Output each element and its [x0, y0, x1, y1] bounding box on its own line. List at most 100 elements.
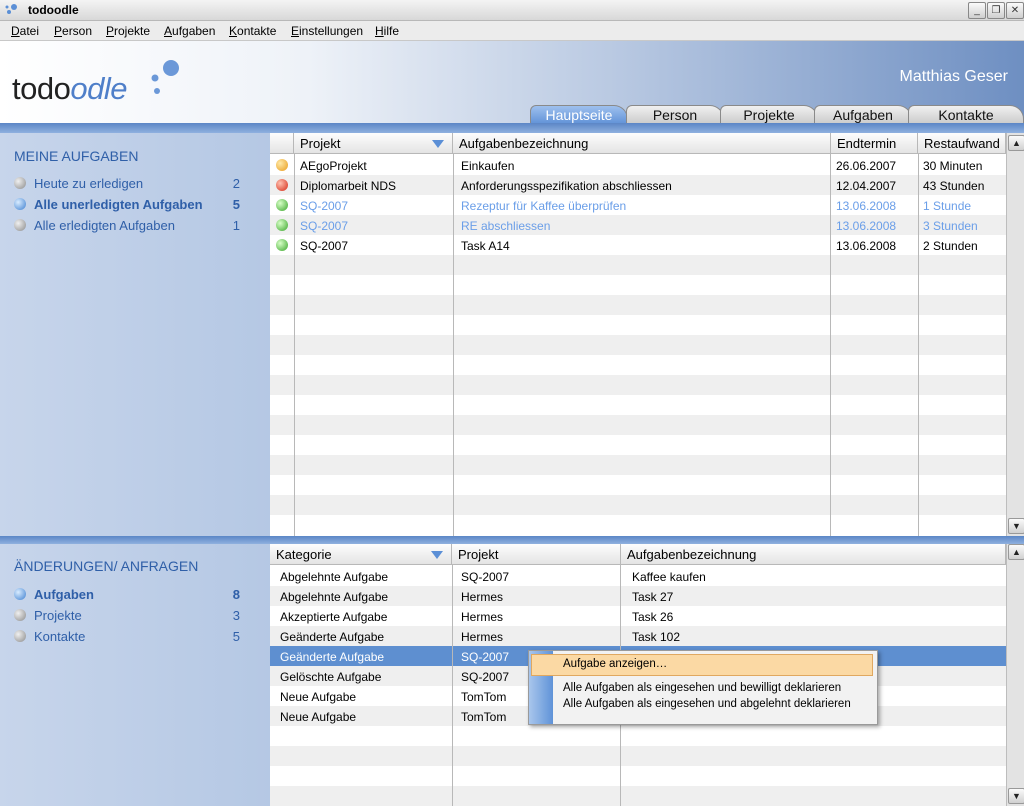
- cell-task: Task 26: [632, 610, 674, 624]
- tab-projekte[interactable]: Projekte: [720, 105, 818, 125]
- menu-einstellungen[interactable]: Einstellungen: [291, 24, 363, 38]
- table-row[interactable]: SQ-2007 Task A14 13.06.2008 2 Stunden: [270, 235, 1006, 255]
- table-row-background: [270, 335, 1006, 355]
- cell-task: Rezeptur für Kaffee überprüfen: [461, 199, 627, 213]
- tab-hauptseite[interactable]: Hauptseite: [530, 105, 628, 125]
- table-row-background: [270, 726, 1006, 746]
- menu-item-reject-all[interactable]: Alle Aufgaben als eingesehen und abgeleh…: [563, 698, 851, 710]
- cell-task: Task 27: [632, 590, 674, 604]
- column-divider: [918, 154, 919, 536]
- tab-kontakte[interactable]: Kontakte: [908, 105, 1024, 125]
- header-divider: [0, 123, 1024, 133]
- status-dot-icon: [14, 219, 26, 231]
- tab-aufgaben[interactable]: Aufgaben: [814, 105, 912, 125]
- table-row-background: [270, 455, 1006, 475]
- changes-panel: ÄNDERUNGEN/ ANFRAGEN Aufgaben 8 Projekte…: [0, 544, 270, 806]
- cell-category: Geänderte Aufgabe: [280, 630, 385, 644]
- table-row[interactable]: Geänderte Aufgabe Hermes Task 102: [270, 626, 1006, 646]
- changes-filter-aufgaben[interactable]: Aufgaben 8: [14, 586, 244, 604]
- table-row[interactable]: Abgelehnte Aufgabe Hermes Task 27: [270, 586, 1006, 606]
- app-icon: [5, 4, 17, 14]
- menu-projekte[interactable]: Projekte: [106, 24, 150, 38]
- sort-desc-icon: [432, 140, 444, 148]
- sort-desc-icon: [431, 551, 443, 559]
- cell-task: Kaffee kaufen: [632, 570, 706, 584]
- panel-splitter[interactable]: [0, 536, 1024, 544]
- column-divider: [830, 154, 831, 536]
- changes-filter-projekte[interactable]: Projekte 3: [14, 607, 244, 625]
- scroll-down-icon[interactable]: ▼: [1008, 788, 1024, 804]
- changes-filter-kontakte[interactable]: Kontakte 5: [14, 628, 244, 646]
- status-dot-icon: [14, 630, 26, 642]
- menu-item-approve-all[interactable]: Alle Aufgaben als eingesehen und bewilli…: [563, 682, 841, 694]
- close-button[interactable]: ✕: [1006, 2, 1024, 19]
- cell-project: SQ-2007: [461, 570, 510, 584]
- table-row-background: [270, 515, 1006, 535]
- cell-project: TomTom: [461, 690, 507, 704]
- filter-today[interactable]: Heute zu erledigen 2: [14, 175, 244, 193]
- cell-category: Geänderte Aufgabe: [280, 650, 385, 664]
- table-row[interactable]: Diplomarbeit NDS Anforderungsspezifikatio…: [270, 175, 1006, 195]
- table-row-background: [270, 746, 1006, 766]
- my-tasks-heading: MEINE AUFGABEN: [14, 148, 139, 164]
- filter-done[interactable]: Alle erledigten Aufgaben 1: [14, 217, 244, 235]
- cell-task: Einkaufen: [461, 159, 515, 173]
- my-tasks-scrollbar[interactable]: ▲ ▼: [1006, 133, 1024, 536]
- table-row-background: [270, 786, 1006, 806]
- cell-task: RE abschliessen: [461, 219, 551, 233]
- status-dot-icon: [14, 198, 26, 210]
- col-task-header[interactable]: Aufgabenbezeichnung: [621, 544, 1006, 565]
- table-row-background: [270, 415, 1006, 435]
- menu-item-show-task[interactable]: Aufgabe anzeigen…: [563, 658, 667, 670]
- menu-datei[interactable]: Datei: [11, 24, 39, 38]
- minimize-button[interactable]: _: [968, 2, 986, 19]
- col-project-header[interactable]: Projekt: [452, 544, 621, 565]
- cell-category: Akzeptierte Aufgabe: [280, 610, 388, 624]
- menu-person[interactable]: Person: [54, 24, 92, 38]
- table-row[interactable]: Akzeptierte Aufgabe Hermes Task 26: [270, 606, 1006, 626]
- cell-project: SQ-2007: [461, 670, 510, 684]
- cell-project: Hermes: [461, 610, 504, 624]
- col-task-header[interactable]: Aufgabenbezeichnung: [453, 133, 831, 154]
- table-row[interactable]: AEgoProjekt Einkaufen 26.06.2007 30 Minuten: [270, 155, 1006, 175]
- cell-project: SQ-2007: [300, 239, 349, 253]
- cell-due: 12.04.2007: [836, 179, 897, 193]
- cell-due: 26.06.2007: [836, 159, 897, 173]
- col-category-header[interactable]: Kategorie: [270, 544, 452, 565]
- table-row[interactable]: SQ-2007 RE abschliessen 13.06.2008 3 Stunde…: [270, 215, 1006, 235]
- cell-category: Abgelehnte Aufgabe: [280, 570, 389, 584]
- title-bar: todoodle _ ❐ ✕: [0, 0, 1024, 21]
- user-name: Matthias Geser: [899, 68, 1008, 85]
- col-effort-header[interactable]: Restaufwand: [918, 133, 1006, 154]
- scroll-up-icon[interactable]: ▲: [1008, 544, 1024, 560]
- my-tasks-panel: MEINE AUFGABEN Heute zu erledigen 2 Alle…: [0, 133, 270, 536]
- cell-category: Neue Aufgabe: [280, 690, 357, 704]
- menu-hilfe[interactable]: Hilfe: [375, 24, 399, 38]
- tab-person[interactable]: Person: [626, 105, 724, 125]
- menu-aufgaben[interactable]: Aufgaben: [164, 24, 215, 38]
- changes-scrollbar[interactable]: ▲ ▼: [1006, 544, 1024, 806]
- scroll-up-icon[interactable]: ▲: [1008, 135, 1024, 151]
- cell-category: Gelöschte Aufgabe: [280, 670, 382, 684]
- cell-project: SQ-2007: [461, 650, 510, 664]
- cell-effort: 1 Stunde: [923, 199, 972, 213]
- column-divider: [452, 565, 453, 806]
- cell-due: 13.06.2008: [836, 239, 897, 253]
- cell-project: SQ-2007: [300, 219, 349, 233]
- scroll-down-icon[interactable]: ▼: [1008, 518, 1024, 534]
- table-row-background: [270, 275, 1006, 295]
- col-status-header[interactable]: [270, 133, 294, 154]
- col-project-header[interactable]: Projekt: [294, 133, 453, 154]
- restore-button[interactable]: ❐: [987, 2, 1005, 19]
- context-menu: Aufgabe anzeigen… Alle Aufgaben als eing…: [528, 650, 878, 725]
- cell-effort: 43 Stunden: [923, 179, 985, 193]
- menu-kontakte[interactable]: Kontakte: [229, 24, 276, 38]
- table-row-background: [270, 495, 1006, 515]
- filter-open[interactable]: Alle unerledigten Aufgaben 5: [14, 196, 244, 214]
- status-dot-icon: [14, 588, 26, 600]
- cell-due: 13.06.2008: [836, 199, 897, 213]
- table-row[interactable]: SQ-2007 Rezeptur für Kaffee überprüfen 13.…: [270, 195, 1006, 215]
- logo-bubbles-icon: [151, 60, 179, 94]
- col-due-header[interactable]: Endtermin: [831, 133, 918, 154]
- table-row[interactable]: Abgelehnte Aufgabe SQ-2007 Kaffee kaufen: [270, 566, 1006, 586]
